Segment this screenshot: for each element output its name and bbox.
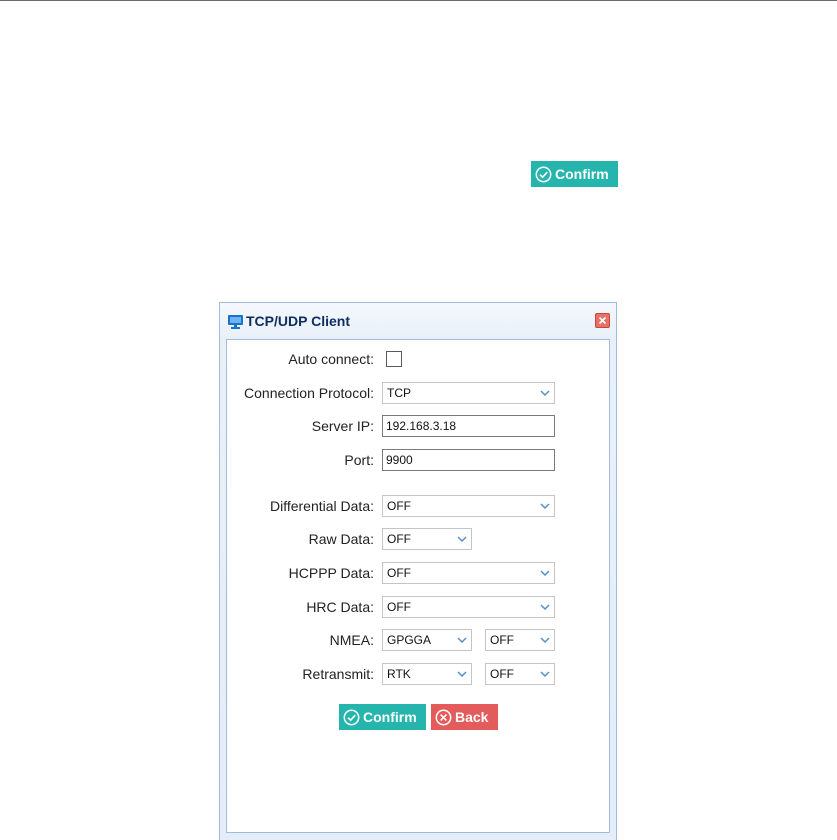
- cancel-circle-icon: [435, 709, 452, 726]
- chevron-down-icon: [453, 529, 471, 549]
- nmea-rate-select[interactable]: OFF: [485, 629, 555, 651]
- protocol-row: Connection Protocol: TCP: [227, 381, 607, 405]
- close-icon[interactable]: [595, 313, 610, 328]
- protocol-select[interactable]: TCP: [382, 382, 555, 404]
- monitor-icon: [227, 313, 244, 330]
- dialog-title: TCP/UDP Client: [246, 313, 350, 329]
- hrc-data-label: HRC Data:: [306, 599, 374, 615]
- nmea-rate-value: OFF: [490, 633, 514, 647]
- chevron-down-icon: [453, 630, 471, 650]
- raw-data-label: Raw Data:: [308, 531, 374, 547]
- raw-data-select[interactable]: OFF: [382, 528, 472, 550]
- differential-data-value: OFF: [387, 499, 411, 513]
- auto-connect-row: Auto connect:: [227, 347, 607, 371]
- server-ip-input[interactable]: 192.168.3.18: [382, 415, 555, 437]
- nmea-type-select[interactable]: GPGGA: [382, 629, 472, 651]
- chevron-down-icon: [536, 496, 554, 516]
- server-ip-row: Server IP: 192.168.3.18: [227, 414, 607, 438]
- retransmit-label: Retransmit:: [302, 666, 374, 682]
- dialog-confirm-button[interactable]: Confirm: [339, 704, 426, 730]
- protocol-value: TCP: [387, 386, 411, 400]
- hcppp-data-value: OFF: [387, 566, 411, 580]
- differential-data-label: Differential Data:: [269, 498, 374, 514]
- hcppp-data-row: HCPPP Data: OFF: [227, 561, 607, 585]
- differential-data-select[interactable]: OFF: [382, 495, 555, 517]
- retransmit-type-value: RTK: [387, 667, 411, 681]
- raw-data-row: Raw Data: OFF: [227, 527, 607, 551]
- retransmit-row: Retransmit: RTK OFF: [227, 662, 607, 686]
- port-label: Port:: [344, 452, 374, 468]
- chevron-down-icon: [536, 630, 554, 650]
- tcp-udp-client-dialog: TCP/UDP Client Auto connect: Connection …: [219, 302, 617, 840]
- dialog-back-label: Back: [455, 709, 489, 725]
- chevron-down-icon: [536, 664, 554, 684]
- top-confirm-button[interactable]: Confirm: [531, 161, 618, 187]
- nmea-label: NMEA:: [329, 632, 374, 648]
- raw-data-value: OFF: [387, 532, 411, 546]
- auto-connect-checkbox[interactable]: [386, 351, 402, 367]
- server-ip-label: Server IP:: [311, 418, 374, 434]
- chevron-down-icon: [453, 664, 471, 684]
- port-input[interactable]: 9900: [382, 449, 555, 471]
- hrc-data-row: HRC Data: OFF: [227, 595, 607, 619]
- hcppp-data-select[interactable]: OFF: [382, 562, 555, 584]
- retransmit-rate-select[interactable]: OFF: [485, 663, 555, 685]
- retransmit-type-select[interactable]: RTK: [382, 663, 472, 685]
- dialog-confirm-label: Confirm: [363, 709, 417, 725]
- auto-connect-label: Auto connect:: [288, 351, 374, 367]
- dialog-back-button[interactable]: Back: [431, 704, 498, 730]
- chevron-down-icon: [536, 383, 554, 403]
- chevron-down-icon: [536, 563, 554, 583]
- chevron-down-icon: [536, 597, 554, 617]
- hcppp-data-label: HCPPP Data:: [288, 565, 374, 581]
- dialog-header: TCP/UDP Client: [220, 303, 616, 339]
- dialog-body: Auto connect: Connection Protocol: TCP S…: [226, 339, 610, 833]
- nmea-type-value: GPGGA: [387, 633, 432, 647]
- check-circle-icon: [343, 709, 360, 726]
- hrc-data-value: OFF: [387, 600, 411, 614]
- protocol-label: Connection Protocol:: [244, 385, 374, 401]
- nmea-row: NMEA: GPGGA OFF: [227, 628, 607, 652]
- top-confirm-label: Confirm: [555, 166, 609, 182]
- check-circle-icon: [535, 166, 552, 183]
- hrc-data-select[interactable]: OFF: [382, 596, 555, 618]
- top-divider: [0, 0, 837, 1]
- port-row: Port: 9900: [227, 448, 607, 472]
- retransmit-rate-value: OFF: [490, 667, 514, 681]
- differential-data-row: Differential Data: OFF: [227, 494, 607, 518]
